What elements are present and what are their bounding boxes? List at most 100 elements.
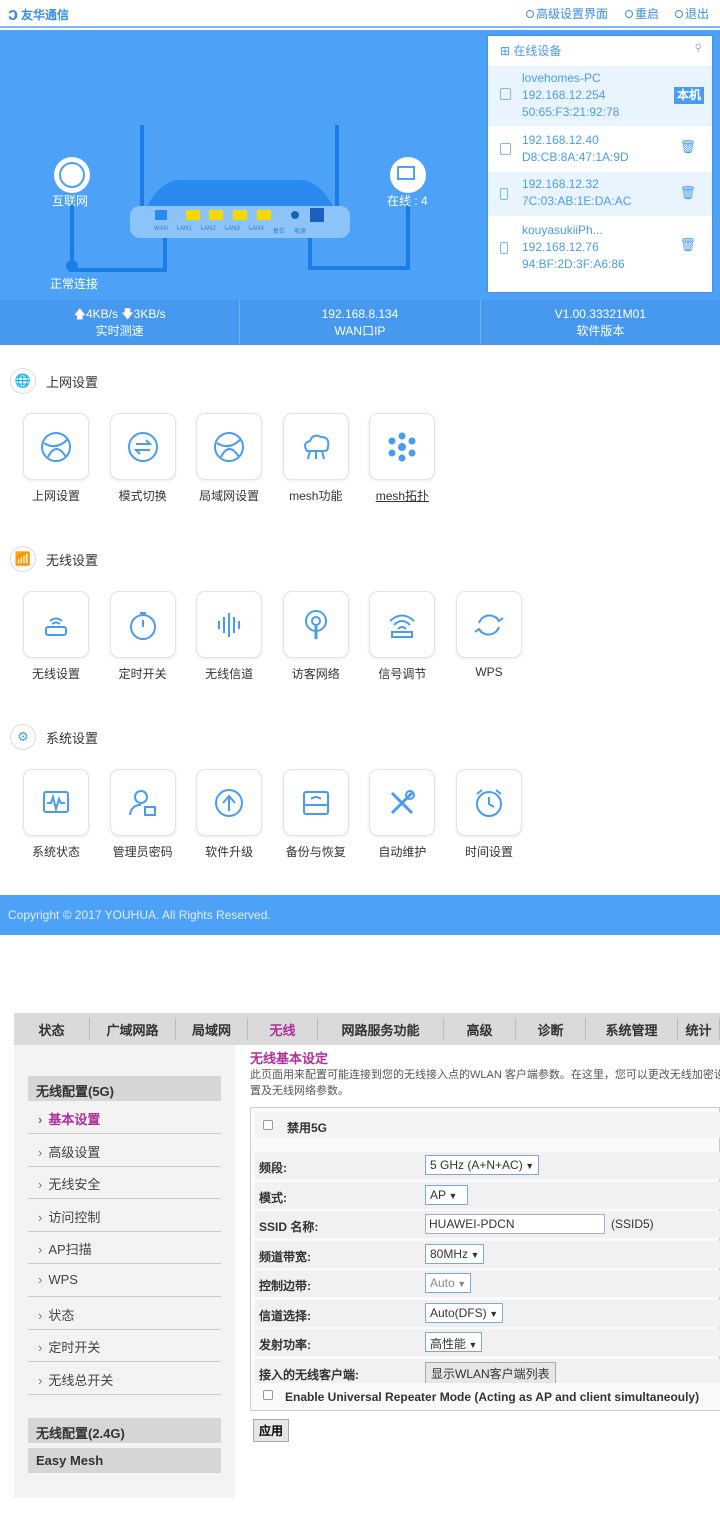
- tile-channel[interactable]: [196, 591, 263, 658]
- tile-label[interactable]: 时间设置: [444, 843, 534, 860]
- input-value: HUAWEI-PDCN: [429, 1217, 515, 1231]
- nav-tab[interactable]: 诊断: [516, 1018, 586, 1040]
- tile-globe[interactable]: [23, 413, 89, 480]
- select-field[interactable]: 高性能: [425, 1332, 483, 1352]
- router-icon: ⊞: [500, 44, 511, 58]
- nav-tab[interactable]: 统计: [678, 1018, 720, 1040]
- tile-globe[interactable]: [196, 413, 263, 480]
- tile-label[interactable]: 无线设置: [11, 665, 101, 682]
- tile-label[interactable]: mesh拓扑: [357, 487, 447, 504]
- tile-label[interactable]: 管理员密码: [98, 843, 188, 860]
- tile-user[interactable]: [109, 769, 176, 836]
- delete-icon[interactable]: 🗑: [679, 236, 696, 253]
- select-field[interactable]: Auto(DFS): [425, 1302, 504, 1323]
- tile-signal[interactable]: [369, 591, 436, 658]
- tile-label[interactable]: 模式切换: [98, 487, 188, 504]
- tile-swap[interactable]: [109, 413, 176, 480]
- reboot-link[interactable]: 重启: [625, 5, 659, 22]
- globe-icon: [214, 431, 245, 462]
- apply-button[interactable]: 应用: [253, 1419, 290, 1442]
- tile-label[interactable]: 无线信道: [184, 665, 274, 682]
- sidebar-group-easymesh[interactable]: Easy Mesh: [28, 1448, 221, 1473]
- wps-icon: [474, 614, 504, 635]
- section-header: 📶 无线设置: [10, 546, 98, 572]
- field-value: HUAWEI-PDCN (SSID5): [425, 1214, 654, 1234]
- field-value: Auto: [425, 1273, 472, 1293]
- select-field[interactable]: Auto: [425, 1273, 472, 1293]
- tile-upgrade[interactable]: [196, 769, 263, 836]
- tile-guest[interactable]: [282, 591, 349, 658]
- tile-label[interactable]: 软件升级: [184, 843, 274, 860]
- nav-tab[interactable]: 无线: [248, 1018, 318, 1040]
- show-clients-button[interactable]: 显示WLAN客户端列表: [425, 1361, 556, 1385]
- delete-icon[interactable]: 🗑: [679, 184, 696, 201]
- user-icon[interactable]: ⚲: [695, 43, 702, 54]
- sidebar-item[interactable]: 基本设置: [28, 1101, 221, 1134]
- user-icon: [128, 789, 156, 816]
- nav-tab[interactable]: 高级: [444, 1018, 516, 1040]
- tile-label[interactable]: 局域网设置: [184, 487, 274, 504]
- tile-label[interactable]: 备份与恢复: [271, 843, 361, 860]
- tile-label[interactable]: mesh功能: [271, 487, 361, 504]
- nav-tab[interactable]: 系统管理: [586, 1018, 678, 1040]
- sidebar-item[interactable]: 无线安全: [28, 1166, 221, 1200]
- ssid-input[interactable]: HUAWEI-PDCN: [425, 1214, 605, 1234]
- sidebar-item[interactable]: 访问控制: [28, 1199, 221, 1232]
- device-item[interactable]: 192.168.12.40 D8:CB:8A:47:1A:9D 🗑: [488, 126, 712, 172]
- sidebar-group-24g[interactable]: 无线配置(2.4G): [28, 1418, 221, 1443]
- sidebar-item[interactable]: 状态: [28, 1297, 221, 1330]
- disable-5g-checkbox[interactable]: [263, 1120, 273, 1130]
- tile-timer[interactable]: [109, 591, 176, 658]
- select-field[interactable]: 5 GHz (A+N+AC): [425, 1155, 540, 1175]
- swap-icon: [127, 431, 158, 462]
- tile-monitor[interactable]: [23, 769, 89, 836]
- delete-icon[interactable]: 🗑: [679, 138, 696, 155]
- sidebar-item[interactable]: 无线总开关: [28, 1362, 221, 1395]
- clock-icon: [476, 788, 502, 817]
- tile-label[interactable]: 信号调节: [357, 665, 447, 682]
- form-row: 频道带宽: 80MHz: [255, 1240, 720, 1268]
- section-icon: 🌐: [10, 368, 36, 394]
- speed-stat: 🡅4KB/s 🡇3KB/s 实时测速: [0, 300, 241, 345]
- tile-label[interactable]: 系统状态: [11, 843, 101, 860]
- device-item[interactable]: lovehomes-PC 192.168.12.254 50:65:F3:21:92…: [488, 66, 712, 126]
- stat-label: 软件版本: [576, 324, 625, 338]
- nav-tab[interactable]: 局域网: [176, 1018, 248, 1040]
- repeater-checkbox[interactable]: [263, 1390, 273, 1400]
- tile-label[interactable]: 访客网络: [271, 665, 361, 682]
- sidebar-item[interactable]: WPS: [28, 1264, 221, 1297]
- tile-label[interactable]: 上网设置: [11, 487, 101, 504]
- logout-link[interactable]: 退出: [675, 5, 709, 22]
- brand-name: 友华通信: [21, 8, 70, 22]
- nav-tab[interactable]: 广域网路: [90, 1018, 176, 1040]
- tile-label[interactable]: 自动维护: [357, 843, 447, 860]
- tile-backup[interactable]: [282, 769, 349, 836]
- device-item[interactable]: kouyasukiiPh... 192.168.12.76 94:BF:2D:3F:…: [488, 216, 712, 276]
- tile-mesh[interactable]: [369, 413, 436, 480]
- disable-5g-row: 禁用5G: [255, 1112, 720, 1138]
- sidebar-item[interactable]: 定时开关: [28, 1329, 221, 1363]
- tile-router[interactable]: [23, 591, 89, 658]
- tile-clock[interactable]: [456, 769, 522, 836]
- tile-wps[interactable]: [456, 591, 522, 658]
- device-item[interactable]: 192.168.12.32 7C:03:AB:1E:DA:AC 🗑: [488, 172, 712, 216]
- tile-label[interactable]: 定时开关: [98, 665, 188, 682]
- field-value: 5 GHz (A+N+AC): [425, 1155, 540, 1175]
- timer-icon: [129, 611, 156, 640]
- tile-cloud[interactable]: [282, 413, 349, 480]
- nav-tab[interactable]: 状态: [14, 1018, 90, 1040]
- select-field[interactable]: 80MHz: [425, 1243, 485, 1264]
- sidebar-item[interactable]: AP扫描: [28, 1231, 221, 1265]
- select-field[interactable]: AP: [425, 1184, 469, 1205]
- section-header: 🌐 上网设置: [10, 368, 98, 394]
- power-icon: [625, 9, 633, 18]
- main-content: 无线基本设定 此页面用来配置可能连接到您的无线接入点的WLAN 客户端参数。在这…: [250, 1045, 720, 1099]
- nav-tab[interactable]: 网路服务功能: [318, 1018, 444, 1040]
- sidebar-item[interactable]: 高级设置: [28, 1134, 221, 1167]
- field-label: 信道选择:: [259, 1308, 311, 1323]
- tile-label[interactable]: WPS: [444, 665, 534, 679]
- stat-label: 实时测速: [95, 324, 144, 338]
- tile-tools[interactable]: [369, 769, 436, 836]
- advanced-settings-link[interactable]: 高级设置界面: [526, 5, 608, 22]
- sidebar-group-5g[interactable]: 无线配置(5G): [28, 1076, 221, 1101]
